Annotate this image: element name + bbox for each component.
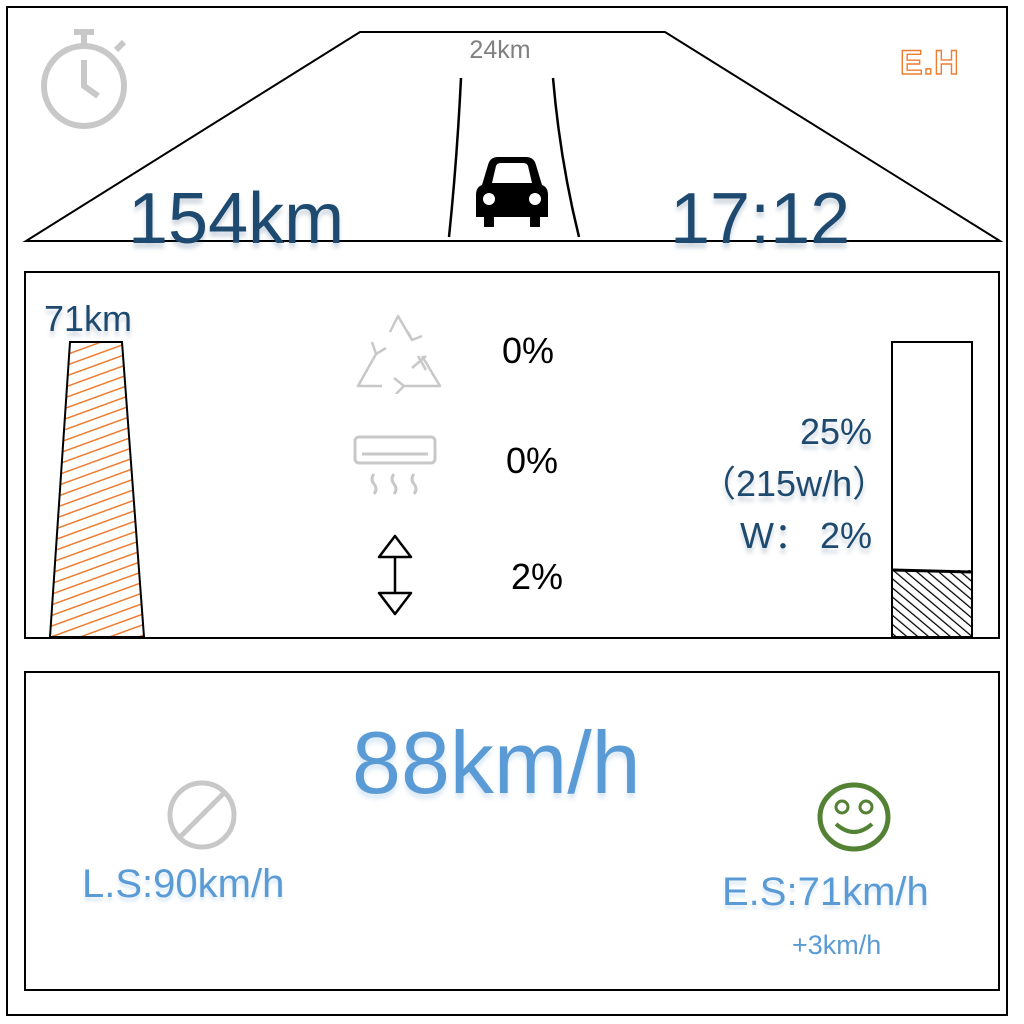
clock-time: 17:12	[670, 179, 851, 259]
car-icon	[476, 157, 548, 227]
eco-speed: E.S:71km/h	[722, 870, 929, 914]
battery-range: 71km	[44, 298, 133, 339]
smiley-icon	[817, 782, 891, 852]
power-readout: 25% （215w/h） W： 2%	[700, 406, 889, 562]
distance-ahead-label: 24km	[469, 36, 531, 64]
profile-badge[interactable]: E.H	[899, 43, 960, 83]
eco-speed-delta: +3km/h	[792, 930, 882, 960]
current-speed: 88km/h	[352, 713, 641, 812]
power-rate: （215w/h）	[700, 463, 889, 504]
power-percent: 25%	[799, 411, 872, 452]
total-distance: 154km	[128, 179, 345, 259]
road-right-edge	[551, 77, 581, 238]
no-entry-icon	[167, 780, 237, 850]
road-left-edge	[447, 77, 463, 238]
elevation-percent: 2%	[511, 556, 564, 597]
recycle-percent: 0%	[502, 330, 555, 371]
stopwatch-icon[interactable]	[38, 26, 134, 130]
recycle-icon	[356, 314, 442, 394]
air-conditioner-icon	[353, 435, 437, 495]
power-gauge	[891, 341, 973, 638]
ac-percent: 0%	[506, 440, 559, 481]
power-w: W： 2%	[739, 515, 872, 556]
up-down-arrow-icon	[377, 534, 413, 616]
limit-speed: L.S:90km/h	[82, 862, 285, 906]
battery-gauge	[48, 341, 146, 638]
